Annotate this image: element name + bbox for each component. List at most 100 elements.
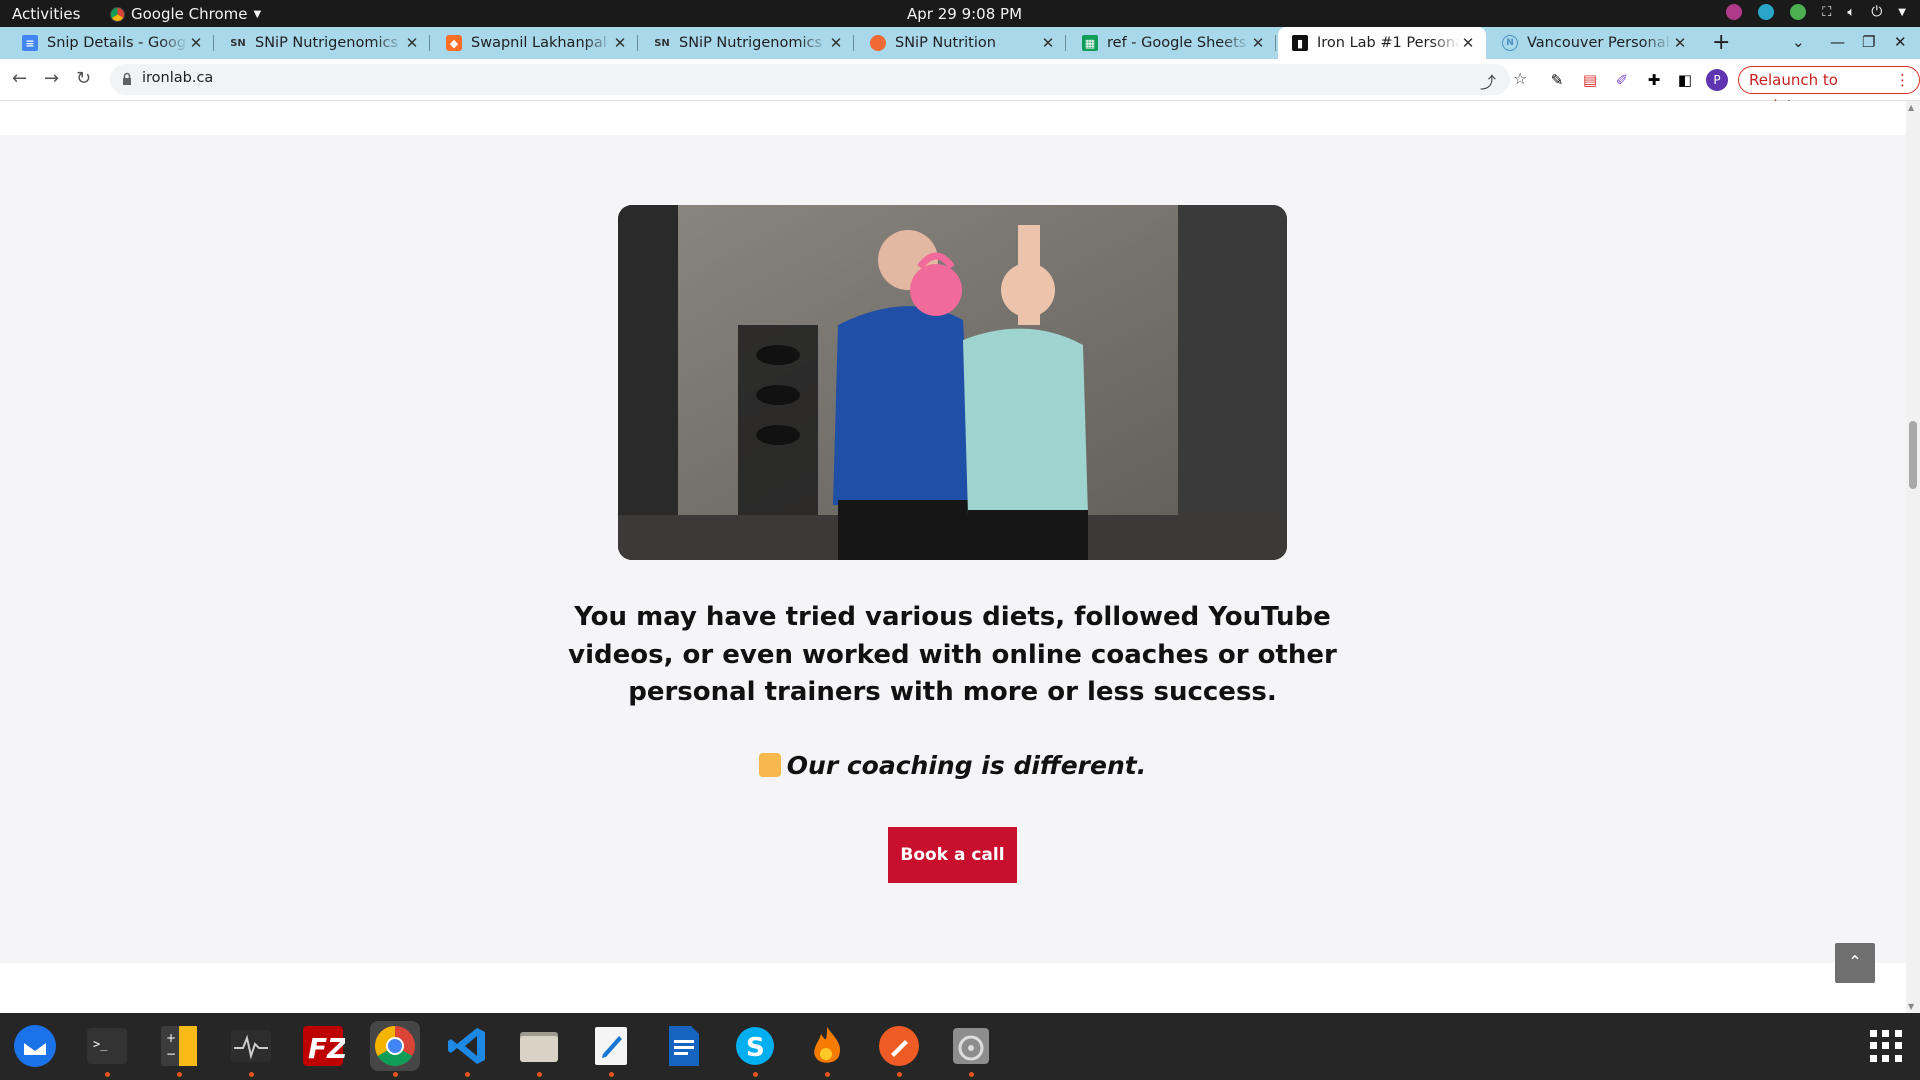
chrome-launcher[interactable] xyxy=(370,1021,420,1077)
libreoffice-writer-launcher[interactable] xyxy=(658,1021,708,1071)
clock[interactable]: Apr 29 9:08 PM xyxy=(907,5,1022,23)
volume-icon[interactable]: 🔈︎ xyxy=(1847,5,1855,20)
system-monitor-launcher[interactable] xyxy=(226,1021,276,1077)
tab-iron-lab[interactable]: ▮ Iron Lab #1 Personal ✕ xyxy=(1278,27,1486,59)
chevron-down-icon[interactable]: ▼ xyxy=(1898,7,1906,18)
scroll-down-arrow-icon[interactable]: ▼ xyxy=(1908,1002,1914,1011)
close-icon[interactable]: ✕ xyxy=(612,34,628,52)
chrome-icon xyxy=(375,1026,415,1066)
gitlab-icon: ◆ xyxy=(446,35,462,51)
close-icon[interactable]: ✕ xyxy=(188,34,204,52)
show-applications-grid-icon[interactable] xyxy=(1870,1030,1902,1062)
address-bar[interactable]: ironlab.ca ⤴ ☆ xyxy=(110,64,1527,95)
app-menu-label: Google Chrome xyxy=(131,5,248,23)
svg-text:S: S xyxy=(746,1033,765,1063)
disk-utility-launcher[interactable] xyxy=(946,1021,996,1077)
app-menu[interactable]: Google Chrome ▼ xyxy=(110,5,261,23)
svg-text:−: − xyxy=(166,1047,176,1061)
url-text[interactable]: ironlab.ca xyxy=(142,70,213,86)
book-a-call-button[interactable]: Book a call xyxy=(888,827,1017,883)
close-icon[interactable]: ✕ xyxy=(1040,34,1056,52)
calculator-launcher[interactable]: + − xyxy=(154,1021,204,1077)
docs-icon: ≡ xyxy=(22,35,38,51)
calendar-extension-icon[interactable]: ▤ xyxy=(1580,70,1600,90)
relaunch-button[interactable]: Relaunch to update⋮ xyxy=(1738,66,1920,115)
tab-title: Snip Details - Google D xyxy=(47,35,188,51)
window-close-icon[interactable]: ✕ xyxy=(1894,33,1907,51)
tray-sync-icon[interactable] xyxy=(1758,4,1775,20)
page-viewport: You may have tried various diets, follow… xyxy=(0,101,1906,1013)
pen-extension-icon[interactable]: ✐ xyxy=(1612,70,1632,90)
calculator-icon: +− xyxy=(161,1026,197,1066)
disk-icon xyxy=(953,1028,989,1064)
ember-launcher[interactable] xyxy=(802,1021,852,1077)
side-panel-icon[interactable]: ◧ xyxy=(1675,70,1695,90)
tab-snip-nutrigenomics-2[interactable]: SN SNiP Nutrigenomics A ✕ xyxy=(640,27,854,59)
tab-strip: ≡ Snip Details - Google D ✕ SN SNiP Nutr… xyxy=(0,27,1920,59)
tab-snip-nutrition[interactable]: SNiP Nutrition ✕ xyxy=(856,27,1066,59)
trainer-coaching-client-image xyxy=(618,205,1287,560)
postman-launcher[interactable] xyxy=(874,1021,924,1077)
tab-snip-nutrigenomics-1[interactable]: SN SNiP Nutrigenomics A ✕ xyxy=(216,27,430,59)
tray-app-icon[interactable] xyxy=(1726,4,1743,20)
vancouver-icon: N xyxy=(1502,35,1518,51)
tab-google-sheets[interactable]: ▦ ref - Google Sheets ✕ xyxy=(1068,27,1276,59)
reload-icon[interactable]: ↻ xyxy=(76,68,91,89)
forward-icon[interactable]: → xyxy=(44,68,59,89)
tab-search-icon[interactable]: ⌄ xyxy=(1792,33,1805,51)
close-icon[interactable]: ✕ xyxy=(1250,34,1266,52)
close-icon[interactable]: ✕ xyxy=(404,34,420,52)
chevron-up-icon: ⌃ xyxy=(1848,952,1862,971)
eyedropper-extension-icon[interactable]: ✎ xyxy=(1547,70,1567,90)
chrome-icon xyxy=(110,6,125,22)
restore-icon[interactable]: ❐ xyxy=(1862,33,1875,51)
page-scrollbar[interactable]: ▲ ▼ xyxy=(1906,101,1920,1013)
tab-title: Vancouver Personal T xyxy=(1527,35,1672,51)
skype-launcher[interactable]: S xyxy=(730,1021,780,1077)
thunderbird-launcher[interactable] xyxy=(10,1021,60,1071)
tab-title: SNiP Nutrition xyxy=(895,35,996,51)
new-tab-button[interactable]: + xyxy=(1712,30,1730,55)
filezilla-icon: FZ xyxy=(303,1026,345,1066)
terminal-icon: >_ xyxy=(87,1028,127,1064)
svg-text:+: + xyxy=(166,1031,176,1045)
filezilla-launcher[interactable]: FZ xyxy=(298,1021,348,1071)
close-icon[interactable]: ✕ xyxy=(1672,34,1688,52)
text-editor-launcher[interactable] xyxy=(586,1021,636,1077)
thunderbird-icon xyxy=(14,1025,56,1067)
bookmark-star-icon[interactable]: ☆ xyxy=(1513,69,1527,88)
scroll-up-arrow-icon[interactable]: ▲ xyxy=(1908,103,1914,112)
tab-vancouver[interactable]: N Vancouver Personal T ✕ xyxy=(1488,27,1698,59)
tray-check-icon[interactable] xyxy=(1790,4,1807,20)
snip-icon: SN xyxy=(230,37,246,49)
extensions-puzzle-icon[interactable]: ✚ xyxy=(1644,70,1664,90)
power-icon[interactable]: ⏻ xyxy=(1871,4,1882,20)
tagline-text: Our coaching is different. xyxy=(786,751,1147,780)
files-launcher[interactable] xyxy=(514,1021,564,1077)
tab-gitlab[interactable]: ◆ Swapnil Lakhanpal / S ✕ xyxy=(432,27,638,59)
close-icon[interactable]: ✕ xyxy=(828,34,844,52)
headline-text: You may have tried various diets, follow… xyxy=(568,602,1337,707)
terminal-launcher[interactable]: >_ xyxy=(82,1021,132,1077)
coaching-section: You may have tried various diets, follow… xyxy=(0,135,1906,963)
system-top-bar: Activities Google Chrome ▼ Apr 29 9:08 P… xyxy=(0,0,1920,27)
raising-hand-emoji-icon xyxy=(758,753,781,777)
skype-icon: S xyxy=(736,1027,774,1065)
share-icon[interactable]: ⤴ xyxy=(1480,69,1496,93)
system-monitor-icon xyxy=(231,1030,271,1062)
tab-title: Swapnil Lakhanpal / S xyxy=(471,35,612,51)
close-icon[interactable]: ✕ xyxy=(1460,34,1476,52)
scrollbar-thumb[interactable] xyxy=(1909,421,1917,489)
activities-button[interactable]: Activities xyxy=(12,5,80,23)
profile-avatar[interactable]: P xyxy=(1706,69,1728,91)
tab-snip-details[interactable]: ≡ Snip Details - Google D ✕ xyxy=(8,27,214,59)
tab-title: SNiP Nutrigenomics A xyxy=(255,35,404,51)
sheets-icon: ▦ xyxy=(1082,35,1098,51)
more-menu-icon[interactable]: ⋮ xyxy=(1895,67,1910,93)
scroll-to-top-button[interactable]: ⌃ xyxy=(1835,943,1875,983)
network-icon[interactable]: ⛶ xyxy=(1822,5,1831,20)
vscode-launcher[interactable] xyxy=(442,1021,492,1077)
system-tray[interactable]: ⛶ 🔈︎ ⏻ ▼ xyxy=(1726,4,1906,20)
back-icon[interactable]: ← xyxy=(12,68,27,89)
minimize-icon[interactable]: — xyxy=(1830,33,1845,51)
